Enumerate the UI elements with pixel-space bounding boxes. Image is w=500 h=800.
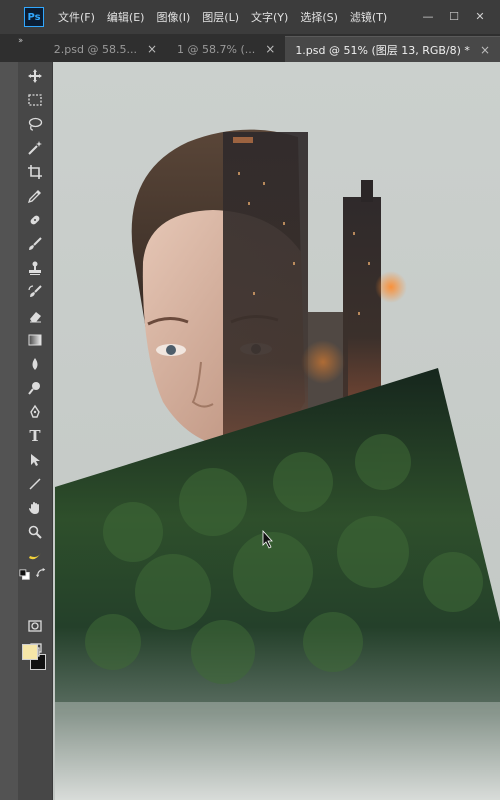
tab-label: 1 @ 58.7% (... <box>177 42 256 56</box>
line-icon[interactable] <box>24 474 46 494</box>
minimize-button[interactable]: — <box>416 6 440 26</box>
banana-icon[interactable] <box>24 546 46 566</box>
close-button[interactable]: ✕ <box>468 6 492 26</box>
menu-image[interactable]: 图像(I) <box>156 9 190 25</box>
gradient-icon[interactable] <box>24 330 46 350</box>
document-tab-bar: 2.psd @ 58.5... × 1 @ 58.7% (... × 1.psd… <box>0 34 500 62</box>
tab-label: 1.psd @ 51% (图层 13, RGB/8) * <box>295 43 470 57</box>
tools-panel: T <box>18 62 53 800</box>
swap-colors-icon[interactable] <box>34 566 48 580</box>
eraser-icon[interactable] <box>24 306 46 326</box>
hand-icon[interactable] <box>24 498 46 518</box>
tab-close-icon[interactable]: × <box>480 43 490 57</box>
menu-select[interactable]: 选择(S) <box>300 9 338 25</box>
menu-bar: Ps 文件(F) 编辑(E) 图像(I) 图层(L) 文字(Y) 选择(S) 滤… <box>0 0 500 35</box>
tab-1psd-active[interactable]: 1.psd @ 51% (图层 13, RGB/8) * × <box>285 36 500 62</box>
menu-file[interactable]: 文件(F) <box>58 9 95 25</box>
tab-2psd[interactable]: 2.psd @ 58.5... × <box>44 36 167 62</box>
photoshop-logo-icon: Ps <box>24 7 44 27</box>
menu-filter[interactable]: 滤镜(T) <box>350 9 387 25</box>
tab-label: 2.psd @ 58.5... <box>53 42 137 56</box>
move-icon[interactable] <box>24 66 46 86</box>
lasso-icon[interactable] <box>24 114 46 134</box>
panel-collapse-icon[interactable]: ›› <box>18 36 23 46</box>
healing-brush-icon[interactable] <box>24 210 46 230</box>
path-selection-icon[interactable] <box>24 450 46 470</box>
foreground-color-swatch[interactable] <box>22 644 38 660</box>
crop-icon[interactable] <box>24 162 46 182</box>
quick-mask-icon[interactable] <box>24 616 46 636</box>
tab-close-icon[interactable]: × <box>147 42 157 56</box>
magic-wand-icon[interactable] <box>24 138 46 158</box>
zoom-icon[interactable] <box>24 522 46 542</box>
menu-layer[interactable]: 图层(L) <box>202 9 239 25</box>
type-icon[interactable]: T <box>24 426 46 446</box>
dodge-icon[interactable] <box>24 378 46 398</box>
clone-stamp-icon[interactable] <box>24 258 46 278</box>
marquee-icon[interactable] <box>24 90 46 110</box>
artwork-image <box>55 129 500 800</box>
document-canvas[interactable] <box>53 62 500 800</box>
default-colors-icon[interactable] <box>18 568 32 582</box>
window-controls: — ☐ ✕ <box>416 6 492 26</box>
blur-icon[interactable] <box>24 354 46 374</box>
menu-edit[interactable]: 编辑(E) <box>107 9 145 25</box>
maximize-button[interactable]: ☐ <box>442 6 466 26</box>
brush-icon[interactable] <box>24 234 46 254</box>
tab-close-icon[interactable]: × <box>265 42 275 56</box>
pen-icon[interactable] <box>24 402 46 422</box>
eyedropper-icon[interactable] <box>24 186 46 206</box>
menu-type[interactable]: 文字(Y) <box>251 9 288 25</box>
history-brush-icon[interactable] <box>24 282 46 302</box>
tab-1[interactable]: 1 @ 58.7% (... × <box>167 36 285 62</box>
